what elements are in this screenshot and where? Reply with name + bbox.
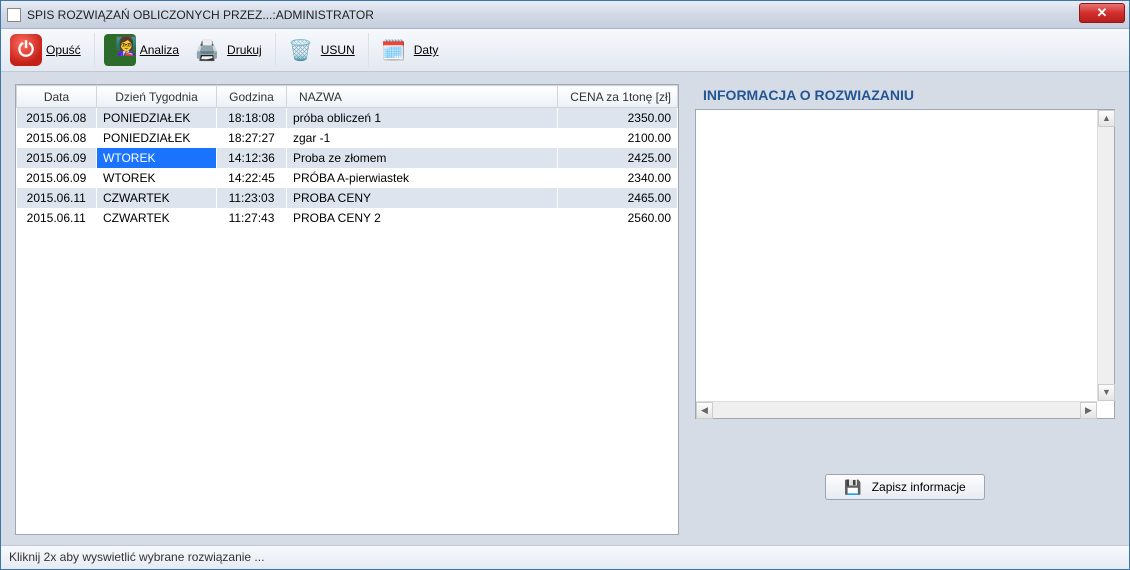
cell-dzien: WTOREK [97,168,217,188]
cell-data: 2015.06.09 [17,168,97,188]
cell-dzien: WTOREK [97,148,217,168]
opusc-label: Opuść [46,43,81,57]
cell-data: 2015.06.08 [17,108,97,128]
opusc-button[interactable]: ⏻ Opuść [7,32,88,68]
scrollbar-vertical[interactable]: ▲ ▼ [1097,110,1114,401]
scroll-right-icon[interactable]: ▶ [1080,402,1097,419]
cell-cena: 2425.00 [558,148,678,168]
analiza-icon [104,34,136,66]
analiza-label: Analiza [140,43,179,57]
titlebar: SPIS ROZWIĄZAŃ OBLICZONYCH PRZEZ...:ADMI… [1,1,1129,29]
usun-button[interactable]: 🗑️ USUN [282,32,362,68]
scroll-up-icon[interactable]: ▲ [1098,110,1115,127]
cell-godzina: 11:27:43 [217,208,287,228]
drukuj-button[interactable]: 🖨️ Drukuj [188,32,269,68]
toolbar: ⏻ Opuść Analiza 🖨️ Drukuj 🗑️ USUN 🗓️ Dat… [1,29,1129,72]
window-title: SPIS ROZWIĄZAŃ OBLICZONYCH PRZEZ...:ADMI… [27,8,374,22]
cell-data: 2015.06.11 [17,208,97,228]
power-icon: ⏻ [10,34,42,66]
cell-data: 2015.06.08 [17,128,97,148]
cell-godzina: 18:18:08 [217,108,287,128]
table-row[interactable]: 2015.06.08PONIEDZIAŁEK18:27:27zgar -1210… [17,128,678,148]
table-row[interactable]: 2015.06.11CZWARTEK11:23:03PROBA CENY2465… [17,188,678,208]
cell-dzien: CZWARTEK [97,188,217,208]
separator [94,33,95,67]
daty-label: Daty [414,43,439,57]
cell-godzina: 11:23:03 [217,188,287,208]
cell-nazwa: PROBA CENY [287,188,558,208]
scroll-down-icon[interactable]: ▼ [1098,384,1115,401]
save-icon: 💾 [844,479,861,496]
statusbar: Kliknij 2x aby wyswietlić wybrane rozwią… [1,545,1129,569]
printer-icon: 🖨️ [191,34,223,66]
scroll-left-icon[interactable]: ◀ [696,402,713,419]
scrollbar-horizontal[interactable]: ◀ ▶ [696,401,1097,418]
cell-cena: 2350.00 [558,108,678,128]
usun-label: USUN [321,43,355,57]
left-panel: Data Dzień Tygodnia Godzina NAZWA CENA z… [15,84,679,535]
cell-cena: 2340.00 [558,168,678,188]
cell-cena: 2560.00 [558,208,678,228]
cell-dzien: PONIEDZIAŁEK [97,108,217,128]
calendar-icon: 🗓️ [378,34,410,66]
cell-nazwa: Proba ze złomem [287,148,558,168]
col-data[interactable]: Data [17,86,97,108]
cell-dzien: PONIEDZIAŁEK [97,128,217,148]
cell-cena: 2465.00 [558,188,678,208]
daty-button[interactable]: 🗓️ Daty [375,32,446,68]
table-row[interactable]: 2015.06.09WTOREK14:12:36 Proba ze złomem… [17,148,678,168]
drukuj-label: Drukuj [227,43,262,57]
info-title: INFORMACJA O ROZWIAZANIU [695,84,1115,109]
table-row[interactable]: 2015.06.08PONIEDZIAŁEK18:18:08próba obli… [17,108,678,128]
close-button[interactable]: ✕ [1079,3,1125,23]
right-panel: INFORMACJA O ROZWIAZANIU ▲ ▼ ◀ ▶ 💾 Zapis… [695,84,1115,535]
save-row: 💾 Zapisz informacje [695,474,1115,500]
cell-nazwa: zgar -1 [287,128,558,148]
col-dzien[interactable]: Dzień Tygodnia [97,86,217,108]
cell-godzina: 14:12:36 [217,148,287,168]
analiza-button[interactable]: Analiza [101,32,186,68]
cell-dzien: CZWARTEK [97,208,217,228]
col-nazwa[interactable]: NAZWA [287,86,558,108]
cell-cena: 2100.00 [558,128,678,148]
separator [275,33,276,67]
grid-header-row: Data Dzień Tygodnia Godzina NAZWA CENA z… [17,86,678,108]
cell-data: 2015.06.09 [17,148,97,168]
cell-godzina: 14:22:45 [217,168,287,188]
cell-nazwa: PRÓBA A-pierwiastek [287,168,558,188]
results-grid[interactable]: Data Dzień Tygodnia Godzina NAZWA CENA z… [15,84,679,535]
app-icon [7,8,21,22]
cell-nazwa: PROBA CENY 2 [287,208,558,228]
table-row[interactable]: 2015.06.11CZWARTEK11:27:43PROBA CENY 225… [17,208,678,228]
main-window: SPIS ROZWIĄZAŃ OBLICZONYCH PRZEZ...:ADMI… [0,0,1130,570]
cell-data: 2015.06.11 [17,188,97,208]
col-godzina[interactable]: Godzina [217,86,287,108]
table-row[interactable]: 2015.06.09WTOREK14:22:45PRÓBA A-pierwias… [17,168,678,188]
separator [368,33,369,67]
status-text: Kliknij 2x aby wyswietlić wybrane rozwią… [9,550,264,564]
save-info-label: Zapisz informacje [872,480,966,494]
content-area: Data Dzień Tygodnia Godzina NAZWA CENA z… [1,72,1129,545]
info-textarea[interactable]: ▲ ▼ ◀ ▶ [695,109,1115,419]
col-cena[interactable]: CENA za 1tonę [zł] [558,86,678,108]
trash-icon: 🗑️ [285,34,317,66]
cell-godzina: 18:27:27 [217,128,287,148]
cell-nazwa: próba obliczeń 1 [287,108,558,128]
save-info-button[interactable]: 💾 Zapisz informacje [825,474,985,500]
